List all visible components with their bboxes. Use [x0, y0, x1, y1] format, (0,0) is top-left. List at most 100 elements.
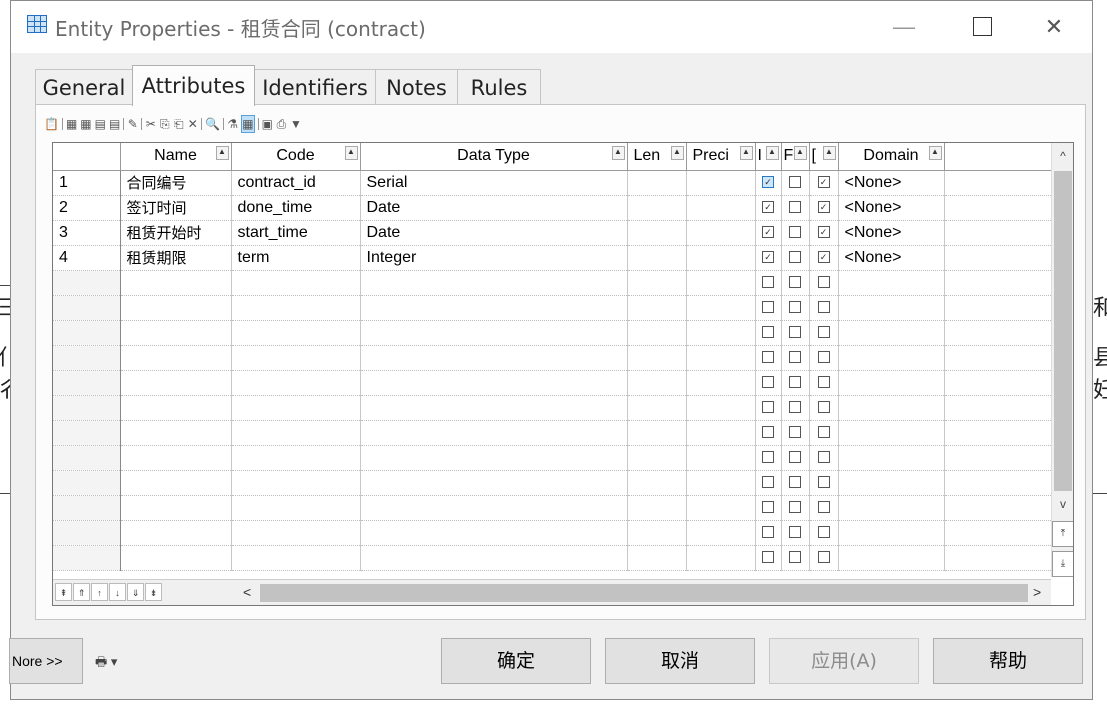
mandatory-checkbox[interactable]: [762, 476, 774, 489]
empty-cell[interactable]: [120, 545, 232, 571]
empty-cell[interactable]: [120, 320, 232, 346]
displayed-checkbox[interactable]: [817, 201, 830, 214]
code-cell[interactable]: term: [231, 245, 361, 271]
empty-table-row[interactable]: [53, 320, 1052, 346]
sort-arrow-icon[interactable]: ▲: [611, 146, 625, 160]
mandatory-checkbox-cell[interactable]: [755, 320, 782, 346]
empty-table-row[interactable]: [53, 495, 1052, 521]
empty-table-row[interactable]: [53, 295, 1052, 321]
sort-arrow-icon[interactable]: ▲: [670, 146, 684, 160]
mandatory-checkbox[interactable]: [762, 551, 774, 564]
empty-cell[interactable]: [360, 370, 628, 396]
empty-cell[interactable]: [838, 295, 945, 321]
row-number-cell[interactable]: [53, 420, 121, 446]
displayed-checkbox[interactable]: [817, 301, 830, 314]
column-header-domain[interactable]: Domain ▲: [838, 143, 945, 171]
insert-row-icon[interactable]: ▦: [66, 116, 77, 132]
mandatory-checkbox[interactable]: [762, 276, 774, 289]
empty-cell[interactable]: [686, 495, 756, 521]
horizontal-scroll-thumb[interactable]: [260, 584, 1028, 602]
empty-cell[interactable]: [686, 270, 756, 296]
empty-cell[interactable]: [120, 345, 232, 371]
column-header-primary[interactable]: F ▲: [781, 143, 810, 171]
empty-cell[interactable]: [838, 495, 945, 521]
close-button[interactable]: ✕: [1031, 9, 1077, 45]
add-row-icon[interactable]: ▦: [80, 116, 91, 132]
cut-icon[interactable]: ✂: [145, 116, 156, 132]
mandatory-checkbox[interactable]: [762, 176, 774, 189]
empty-cell[interactable]: [231, 445, 361, 471]
empty-cell[interactable]: [838, 320, 945, 346]
mandatory-checkbox[interactable]: [762, 251, 774, 264]
row-number-cell[interactable]: [53, 295, 121, 321]
mandatory-checkbox-cell[interactable]: [755, 545, 782, 571]
empty-cell[interactable]: [838, 520, 945, 546]
row-number-cell[interactable]: [53, 345, 121, 371]
empty-cell[interactable]: [838, 270, 945, 296]
empty-cell[interactable]: [838, 345, 945, 371]
empty-cell[interactable]: [686, 445, 756, 471]
displayed-checkbox[interactable]: [817, 376, 830, 389]
mandatory-checkbox[interactable]: [762, 501, 774, 514]
table-row[interactable]: 3租赁开始时start_timeDate <None>: [53, 220, 1052, 246]
mandatory-checkbox-cell[interactable]: [755, 370, 782, 396]
tab-identifiers[interactable]: Identifiers: [254, 69, 376, 105]
row-number-cell[interactable]: [53, 470, 121, 496]
mandatory-checkbox[interactable]: [762, 451, 774, 464]
column-header-code[interactable]: Code ▲: [231, 143, 361, 171]
mandatory-checkbox-cell[interactable]: [755, 245, 782, 271]
displayed-checkbox-cell[interactable]: [809, 170, 839, 196]
displayed-checkbox-cell[interactable]: [809, 495, 839, 521]
empty-cell[interactable]: [360, 495, 628, 521]
empty-cell[interactable]: [686, 345, 756, 371]
length-cell[interactable]: [627, 220, 687, 246]
more-button[interactable]: Nore >>: [9, 638, 83, 684]
empty-cell[interactable]: [627, 445, 687, 471]
length-cell[interactable]: [627, 245, 687, 271]
primary-checkbox[interactable]: [789, 451, 801, 464]
displayed-checkbox-cell[interactable]: [809, 420, 839, 446]
delete-icon[interactable]: ✕: [187, 116, 198, 132]
mandatory-checkbox-cell[interactable]: [755, 170, 782, 196]
empty-cell[interactable]: [627, 495, 687, 521]
empty-cell[interactable]: [231, 495, 361, 521]
mandatory-checkbox-cell[interactable]: [755, 395, 782, 421]
precision-cell[interactable]: [686, 195, 756, 221]
move-down-button[interactable]: ↓: [109, 583, 126, 601]
displayed-checkbox-cell[interactable]: [809, 545, 839, 571]
tab-attributes[interactable]: Attributes: [132, 65, 255, 106]
primary-checkbox-cell[interactable]: [781, 220, 810, 246]
scroll-left-icon[interactable]: <: [243, 584, 251, 600]
primary-checkbox-cell[interactable]: [781, 270, 810, 296]
primary-checkbox[interactable]: [789, 551, 801, 564]
mandatory-checkbox[interactable]: [762, 426, 774, 439]
empty-cell[interactable]: [360, 395, 628, 421]
empty-cell[interactable]: [360, 345, 628, 371]
scroll-up-icon[interactable]: ^: [1052, 149, 1073, 163]
primary-checkbox[interactable]: [789, 351, 801, 364]
data-type-cell[interactable]: Integer: [360, 245, 628, 271]
displayed-checkbox-cell[interactable]: [809, 220, 839, 246]
empty-cell[interactable]: [627, 345, 687, 371]
empty-cell[interactable]: [838, 470, 945, 496]
data-type-cell[interactable]: Date: [360, 195, 628, 221]
empty-cell[interactable]: [231, 320, 361, 346]
move-bottom-button[interactable]: ⇟: [145, 583, 162, 601]
mandatory-checkbox-cell[interactable]: [755, 445, 782, 471]
help-button[interactable]: 帮助: [933, 638, 1083, 684]
column-header-length[interactable]: Len ▲: [627, 143, 687, 171]
empty-cell[interactable]: [231, 270, 361, 296]
row-number-cell[interactable]: [53, 445, 121, 471]
domain-cell[interactable]: <None>: [838, 245, 945, 271]
displayed-checkbox[interactable]: [817, 426, 830, 439]
code-cell[interactable]: contract_id: [231, 170, 361, 196]
column-header-mandatory[interactable]: I ▲: [755, 143, 782, 171]
precision-cell[interactable]: [686, 245, 756, 271]
ok-button[interactable]: 确定: [441, 638, 591, 684]
empty-cell[interactable]: [686, 420, 756, 446]
move-top-button[interactable]: ⇞: [55, 583, 72, 601]
column-header-data-type[interactable]: Data Type ▲: [360, 143, 628, 171]
maximize-button[interactable]: [959, 9, 1005, 45]
empty-cell[interactable]: [627, 295, 687, 321]
displayed-checkbox[interactable]: [817, 176, 830, 189]
